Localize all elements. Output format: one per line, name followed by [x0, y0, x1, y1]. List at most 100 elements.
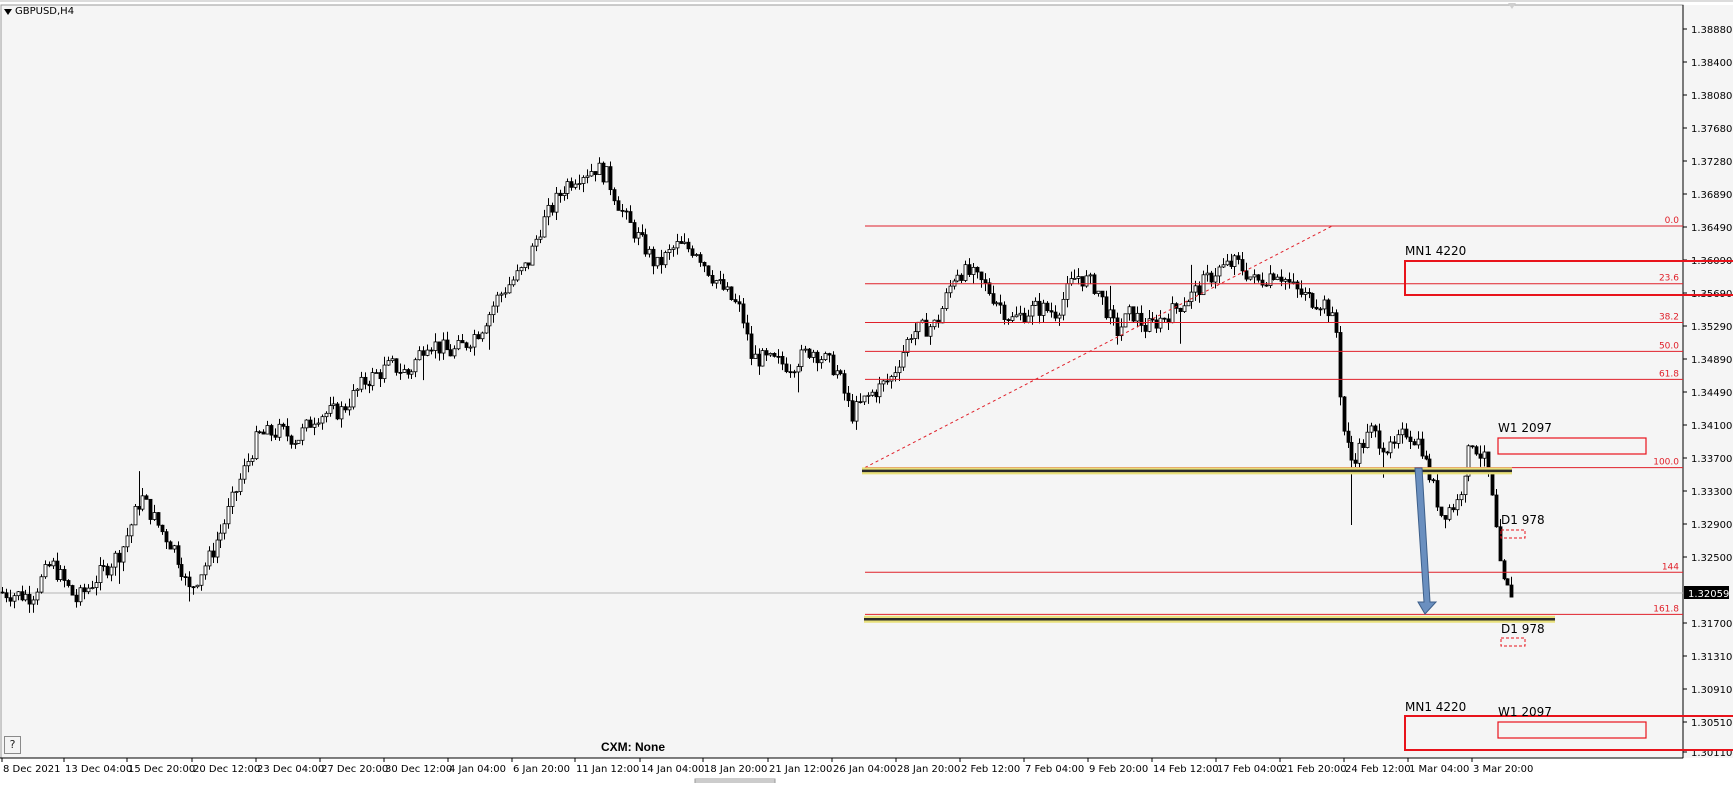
zone-label: W1 2097 [1498, 421, 1552, 435]
candle-body [776, 355, 781, 358]
candle-body [1377, 430, 1382, 449]
candle-body [1318, 308, 1323, 311]
candle-body [0, 591, 5, 594]
candle-body [242, 465, 247, 480]
price-tick-label: 1.32500 [1691, 553, 1732, 564]
candle-body [148, 498, 153, 520]
candle-body [211, 550, 216, 558]
candle-body [164, 531, 169, 543]
candle-body [1260, 279, 1265, 286]
candle-body [254, 431, 259, 460]
candle-body [277, 423, 282, 438]
candle-body [1353, 459, 1358, 464]
candle-body [679, 241, 684, 244]
candle-body [43, 564, 48, 578]
candle-body [409, 371, 414, 375]
candle-body [519, 267, 524, 272]
price-chart[interactable]: 1.38880 1.38400 1.38080 1.37680 1.37280 1.368… [0, 0, 1733, 784]
candle-body [1131, 306, 1136, 322]
candle-body [90, 587, 95, 590]
candle-body [1193, 285, 1198, 293]
candle-body [667, 249, 672, 253]
candle-body [1381, 447, 1386, 453]
price-tick-label: 1.37680 [1691, 124, 1732, 135]
candle-body [959, 274, 964, 281]
candle-body [406, 369, 411, 375]
candle-body [86, 587, 91, 593]
candle-body [304, 419, 309, 429]
candle-body [784, 363, 789, 373]
time-tick-label: 20 Dec 12:00 [193, 764, 260, 775]
candle-body [624, 210, 629, 213]
candle-body [663, 252, 668, 266]
candle-body [1232, 255, 1237, 267]
candle-body [1505, 578, 1510, 586]
price-tick-label: 1.35290 [1691, 322, 1732, 333]
time-tick-label: 3 Mar 20:00 [1473, 764, 1533, 775]
candle-body [1033, 300, 1038, 306]
price-tick-label: 1.37280 [1691, 157, 1732, 168]
candle-body [764, 350, 769, 356]
time-tick-label: 1 Mar 04:00 [1409, 764, 1469, 775]
candle-body [975, 266, 980, 273]
candle-body [604, 166, 609, 183]
plot-background [0, 4, 1684, 759]
chart-area[interactable]: 1.38880 1.38400 1.38080 1.37680 1.37280 1.368… [0, 0, 1733, 784]
candle-body [991, 293, 996, 304]
candle-body [651, 248, 656, 267]
candle-body [363, 376, 368, 385]
candle-body [569, 181, 574, 188]
candle-body [823, 353, 828, 361]
candle-body [831, 354, 836, 376]
candle-body [94, 582, 99, 589]
candle-body [359, 376, 364, 390]
candle-body [137, 506, 142, 510]
candle-body [300, 427, 305, 441]
candle-body [1135, 312, 1140, 322]
candle-body [749, 333, 754, 359]
candle-body [121, 546, 126, 563]
candle-body [113, 552, 118, 568]
candle-body [1264, 284, 1269, 287]
candle-body [1014, 314, 1019, 318]
help-button[interactable]: ? [4, 736, 21, 754]
price-tick-label: 1.38400 [1691, 58, 1732, 69]
candle-body [491, 305, 496, 316]
candle-body [870, 391, 875, 396]
symbol-label[interactable]: GBPUSD,H4 [4, 6, 74, 17]
price-axis-background [1683, 5, 1733, 758]
candle-body [308, 419, 313, 428]
candle-body [702, 262, 707, 267]
price-tick-label: 1.34490 [1691, 388, 1732, 399]
candle-body [1424, 455, 1429, 460]
candle-body [1404, 428, 1409, 438]
price-tick-label: 1.31310 [1691, 652, 1732, 663]
candle-body [944, 292, 949, 309]
candle-body [448, 349, 453, 357]
candle-body [889, 376, 894, 382]
candle-body [1150, 318, 1155, 321]
candle-body [737, 301, 742, 305]
triangle-down-icon[interactable] [4, 8, 12, 15]
candle-body [706, 265, 711, 276]
candle-body [250, 458, 255, 462]
candle-body [1307, 292, 1312, 294]
candle-body [101, 565, 106, 567]
candle-body [1373, 425, 1378, 432]
candle-body [827, 353, 832, 356]
candle-body [246, 461, 251, 467]
candle-body [320, 416, 325, 424]
candle-body [1346, 430, 1351, 443]
candle-body [616, 200, 621, 211]
candle-body [1088, 274, 1093, 277]
candle-body [655, 256, 660, 267]
symbol-text: GBPUSD,H4 [15, 6, 75, 17]
candle-body [1057, 314, 1062, 319]
candle-body [640, 232, 645, 236]
candle-body [1061, 298, 1066, 316]
candle-body [1127, 306, 1132, 315]
candle-body [558, 192, 563, 197]
candle-body [78, 587, 83, 603]
candle-body [215, 539, 220, 558]
price-tick-label: 1.30910 [1691, 685, 1732, 696]
